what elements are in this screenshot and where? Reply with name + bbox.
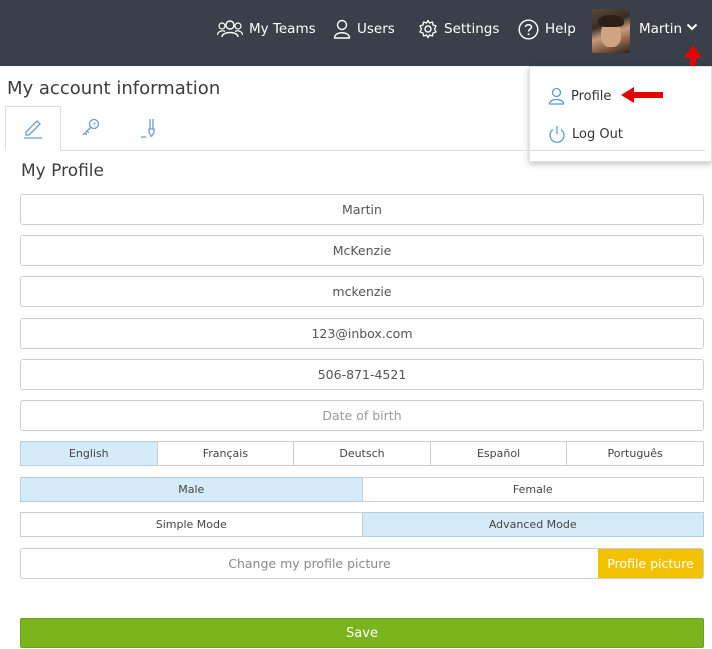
email-field[interactable]: 123@inbox.com	[20, 318, 704, 349]
language-option-francais[interactable]: Français	[156, 441, 295, 466]
mode-option-advanced[interactable]: Advanced Mode	[361, 512, 704, 537]
phone-field[interactable]: 506-871-4521	[20, 359, 704, 390]
nav-users-label: Users	[357, 21, 395, 37]
key-icon	[82, 118, 100, 136]
help-icon	[518, 18, 539, 40]
nav-help[interactable]: Help	[518, 0, 576, 58]
language-selector: English Français Deutsch Español Portugu…	[20, 441, 704, 466]
username-field[interactable]: mckenzie	[20, 276, 704, 307]
mode-option-simple[interactable]: Simple Mode	[20, 512, 363, 537]
save-button[interactable]: Save	[20, 618, 704, 648]
page-title: My account information	[7, 78, 221, 99]
profile-picture-row: Change my profile picture Profile pictur…	[20, 548, 704, 579]
user-name[interactable]: Martin	[639, 0, 682, 58]
gender-option-female[interactable]: Female	[361, 477, 704, 502]
nav-settings[interactable]: Settings	[418, 0, 499, 58]
profile-picture-button[interactable]: Profile picture	[598, 549, 703, 578]
nav-my-teams[interactable]: My Teams	[217, 0, 316, 58]
account-tabs	[5, 106, 705, 151]
teams-icon	[217, 20, 243, 38]
language-option-deutsch[interactable]: Deutsch	[293, 441, 431, 466]
top-nav-bar: My Teams Users Settings Help Martin	[0, 0, 712, 66]
nav-help-label: Help	[545, 21, 576, 37]
nav-settings-label: Settings	[444, 21, 500, 37]
section-title: My Profile	[21, 161, 104, 181]
mode-selector: Simple Mode Advanced Mode	[20, 512, 704, 537]
nav-users[interactable]: Users	[333, 0, 395, 58]
date-of-birth-field[interactable]: Date of birth	[20, 400, 704, 431]
tab-profile[interactable]	[5, 106, 61, 151]
tab-appearance[interactable]	[121, 106, 177, 150]
avatar[interactable]	[592, 9, 630, 53]
first-name-field[interactable]: Martin	[20, 194, 704, 225]
annotation-arrow-left-icon	[621, 87, 663, 103]
menu-item-profile[interactable]: Profile	[548, 85, 611, 107]
pencil-icon	[24, 119, 42, 139]
user-icon	[333, 19, 351, 39]
gear-icon	[419, 19, 437, 39]
last-name-field[interactable]: McKenzie	[20, 235, 704, 266]
tab-password[interactable]	[63, 106, 119, 150]
menu-item-profile-label: Profile	[571, 88, 612, 104]
nav-my-teams-label: My Teams	[249, 21, 316, 37]
gender-selector: Male Female	[20, 477, 704, 502]
language-option-portugues[interactable]: Português	[566, 441, 704, 466]
brush-icon	[141, 119, 155, 138]
language-option-espanol[interactable]: Español	[429, 441, 568, 466]
user-icon	[548, 87, 565, 105]
profile-picture-label[interactable]: Change my profile picture	[21, 549, 598, 578]
language-option-english[interactable]: English	[20, 441, 158, 466]
chevron-down-icon[interactable]	[686, 22, 698, 32]
gender-option-male[interactable]: Male	[20, 477, 363, 502]
